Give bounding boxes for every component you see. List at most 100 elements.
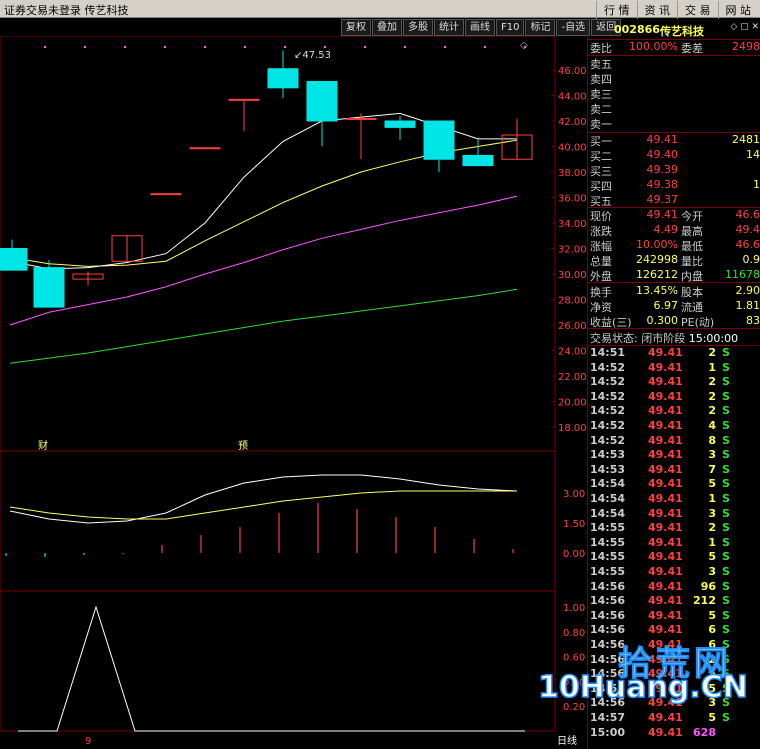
site-watermark: 拾荒网 10Huang.CN bbox=[537, 636, 758, 712]
kline-chart[interactable]: 3.001.500.00 1.000.800.600.400.20 46.004… bbox=[0, 36, 587, 749]
quote-label-2: 最高 bbox=[681, 225, 703, 238]
tick-side: S bbox=[722, 608, 730, 622]
tick-price: 49.41 bbox=[648, 346, 683, 359]
quote-value-2: 0.9 bbox=[742, 253, 760, 266]
menu-trade[interactable]: 交 易 bbox=[677, 1, 718, 19]
tick-time: 14:52 bbox=[590, 433, 626, 447]
tick-volume: 2 bbox=[708, 389, 716, 403]
tick-volume: 96 bbox=[700, 579, 716, 593]
tick-row: 14:55 49.41 3 S bbox=[588, 565, 760, 579]
kdj-tick: 1.00 bbox=[563, 603, 585, 614]
tick-side: S bbox=[722, 579, 730, 593]
price-tick: 20.00 bbox=[558, 398, 587, 409]
macd-tick: 1.50 bbox=[563, 519, 585, 530]
dif-line bbox=[9, 474, 518, 524]
bid-volume: 1 bbox=[753, 178, 760, 191]
top-dot bbox=[44, 46, 46, 48]
tick-volume: 6 bbox=[708, 623, 716, 637]
tick-price: 49.41 bbox=[648, 565, 683, 578]
price-tick: 24.00 bbox=[558, 347, 587, 358]
kdj-panel-border bbox=[0, 590, 556, 732]
top-dot bbox=[84, 46, 86, 48]
tick-volume: 5 bbox=[708, 711, 716, 724]
ask-row: 卖一 bbox=[588, 116, 760, 131]
indicator-panel: 1.000.800.600.400.20 bbox=[18, 603, 585, 732]
divider bbox=[588, 328, 760, 329]
restore-rights-button[interactable]: 复权 bbox=[341, 19, 371, 36]
tick-volume: 2 bbox=[708, 404, 716, 418]
fund-value: 13.45% bbox=[636, 284, 678, 297]
divider bbox=[588, 282, 760, 283]
fund-value: 6.97 bbox=[653, 299, 679, 312]
trade-status: 交易状态: 闭市阶段 15:00:00 bbox=[590, 330, 738, 346]
watermark-en: 10Huang.CN bbox=[537, 669, 748, 706]
tick-time: 14:53 bbox=[590, 448, 626, 462]
price-tick: 30.00 bbox=[558, 270, 587, 281]
menu-news[interactable]: 资 讯 bbox=[636, 1, 678, 19]
price-tick: 32.00 bbox=[558, 245, 587, 256]
tick-price: 49.41 bbox=[648, 477, 683, 491]
ma60-line bbox=[9, 288, 518, 364]
top-dot bbox=[204, 46, 206, 48]
bid-volume: 14 bbox=[746, 148, 760, 161]
window-title: 证券交易未登录 传艺科技 bbox=[4, 4, 129, 17]
tick-volume: 5 bbox=[708, 608, 716, 622]
order-ratio-row: 委比 100.00% 委差 2498 bbox=[588, 40, 760, 55]
bid-volume: 2481 bbox=[732, 133, 760, 146]
tick-volume: 5 bbox=[708, 477, 716, 491]
ask-row: 卖二 bbox=[588, 101, 760, 116]
tick-volume: 628 bbox=[693, 725, 716, 739]
tick-volume: 4 bbox=[708, 419, 716, 432]
mark-button[interactable]: 标记 bbox=[525, 19, 556, 36]
menu-website[interactable]: 网 站 bbox=[717, 1, 759, 19]
tick-time: 14:52 bbox=[590, 389, 626, 403]
bid-price: 49.40 bbox=[646, 148, 679, 161]
stock-code: 002866 bbox=[614, 23, 660, 36]
candle-body bbox=[189, 147, 221, 150]
tick-price: 49.41 bbox=[648, 711, 683, 724]
trade-status-row: 交易状态: 闭市阶段 15:00:00 bbox=[588, 330, 760, 346]
tick-price: 49.41 bbox=[648, 375, 683, 389]
quote-label: 涨跌 bbox=[590, 225, 612, 238]
bid-row: 买二 49.40 14 bbox=[588, 148, 760, 163]
chart-toolbar: 复权 叠加 多股 统计 画线 F10 标记 -自选 返回 bbox=[340, 19, 622, 36]
overlay-button[interactable]: 叠加 bbox=[372, 19, 402, 36]
tick-row: 14:52 49.41 1 S bbox=[588, 361, 760, 375]
quote-row: 总量 242998 量比 0.9 bbox=[588, 253, 760, 268]
tick-price: 49.41 bbox=[648, 448, 683, 462]
draw-line-button[interactable]: 画线 bbox=[465, 19, 495, 36]
bid-label: 买三 bbox=[590, 165, 612, 178]
multi-stock-button[interactable]: 多股 bbox=[403, 19, 433, 36]
tick-time: 14:52 bbox=[590, 360, 626, 374]
bid-price: 49.38 bbox=[646, 178, 679, 191]
menu-quotes[interactable]: 行 情 bbox=[596, 1, 637, 19]
tick-side: S bbox=[722, 535, 730, 549]
tick-row: 14:54 49.41 1 S bbox=[588, 492, 760, 506]
f10-button[interactable]: F10 bbox=[496, 19, 525, 36]
macd-tick: 3.00 bbox=[563, 489, 585, 500]
tick-volume: 1 bbox=[708, 360, 716, 374]
remove-watchlist-button[interactable]: -自选 bbox=[556, 19, 591, 36]
tick-time: 14:52 bbox=[590, 419, 626, 432]
tick-row: 14:52 49.41 8 S bbox=[588, 434, 760, 448]
tick-side: S bbox=[722, 550, 730, 564]
stock-header: 002866 传艺科技 ◇ ▢ ✕ bbox=[588, 20, 760, 38]
ask-label: 卖一 bbox=[590, 118, 612, 131]
price-tick: 18.00 bbox=[558, 423, 587, 434]
price-tick: 42.00 bbox=[558, 117, 587, 128]
bid-label: 买一 bbox=[590, 135, 612, 148]
quote-row: 涨幅 10.00% 最低 46.6 bbox=[588, 238, 760, 253]
bid-price: 49.37 bbox=[646, 193, 679, 206]
tick-time: 14:55 bbox=[590, 535, 626, 549]
statistics-button[interactable]: 统计 bbox=[434, 19, 464, 36]
price-tick: 40.00 bbox=[558, 143, 587, 154]
tick-volume: 8 bbox=[708, 433, 716, 447]
chart-annotations: ↙47.53 财 预 9 日线 ◇ bbox=[38, 40, 577, 747]
candle-body bbox=[306, 80, 338, 122]
price-tick: 28.00 bbox=[558, 296, 587, 307]
window-controls[interactable]: ◇ ▢ ✕ bbox=[730, 22, 759, 32]
tick-time: 14:54 bbox=[590, 477, 626, 491]
price-tick: 38.00 bbox=[558, 168, 587, 179]
price-tick: 36.00 bbox=[558, 194, 587, 205]
quote-value: 4.49 bbox=[653, 223, 679, 236]
